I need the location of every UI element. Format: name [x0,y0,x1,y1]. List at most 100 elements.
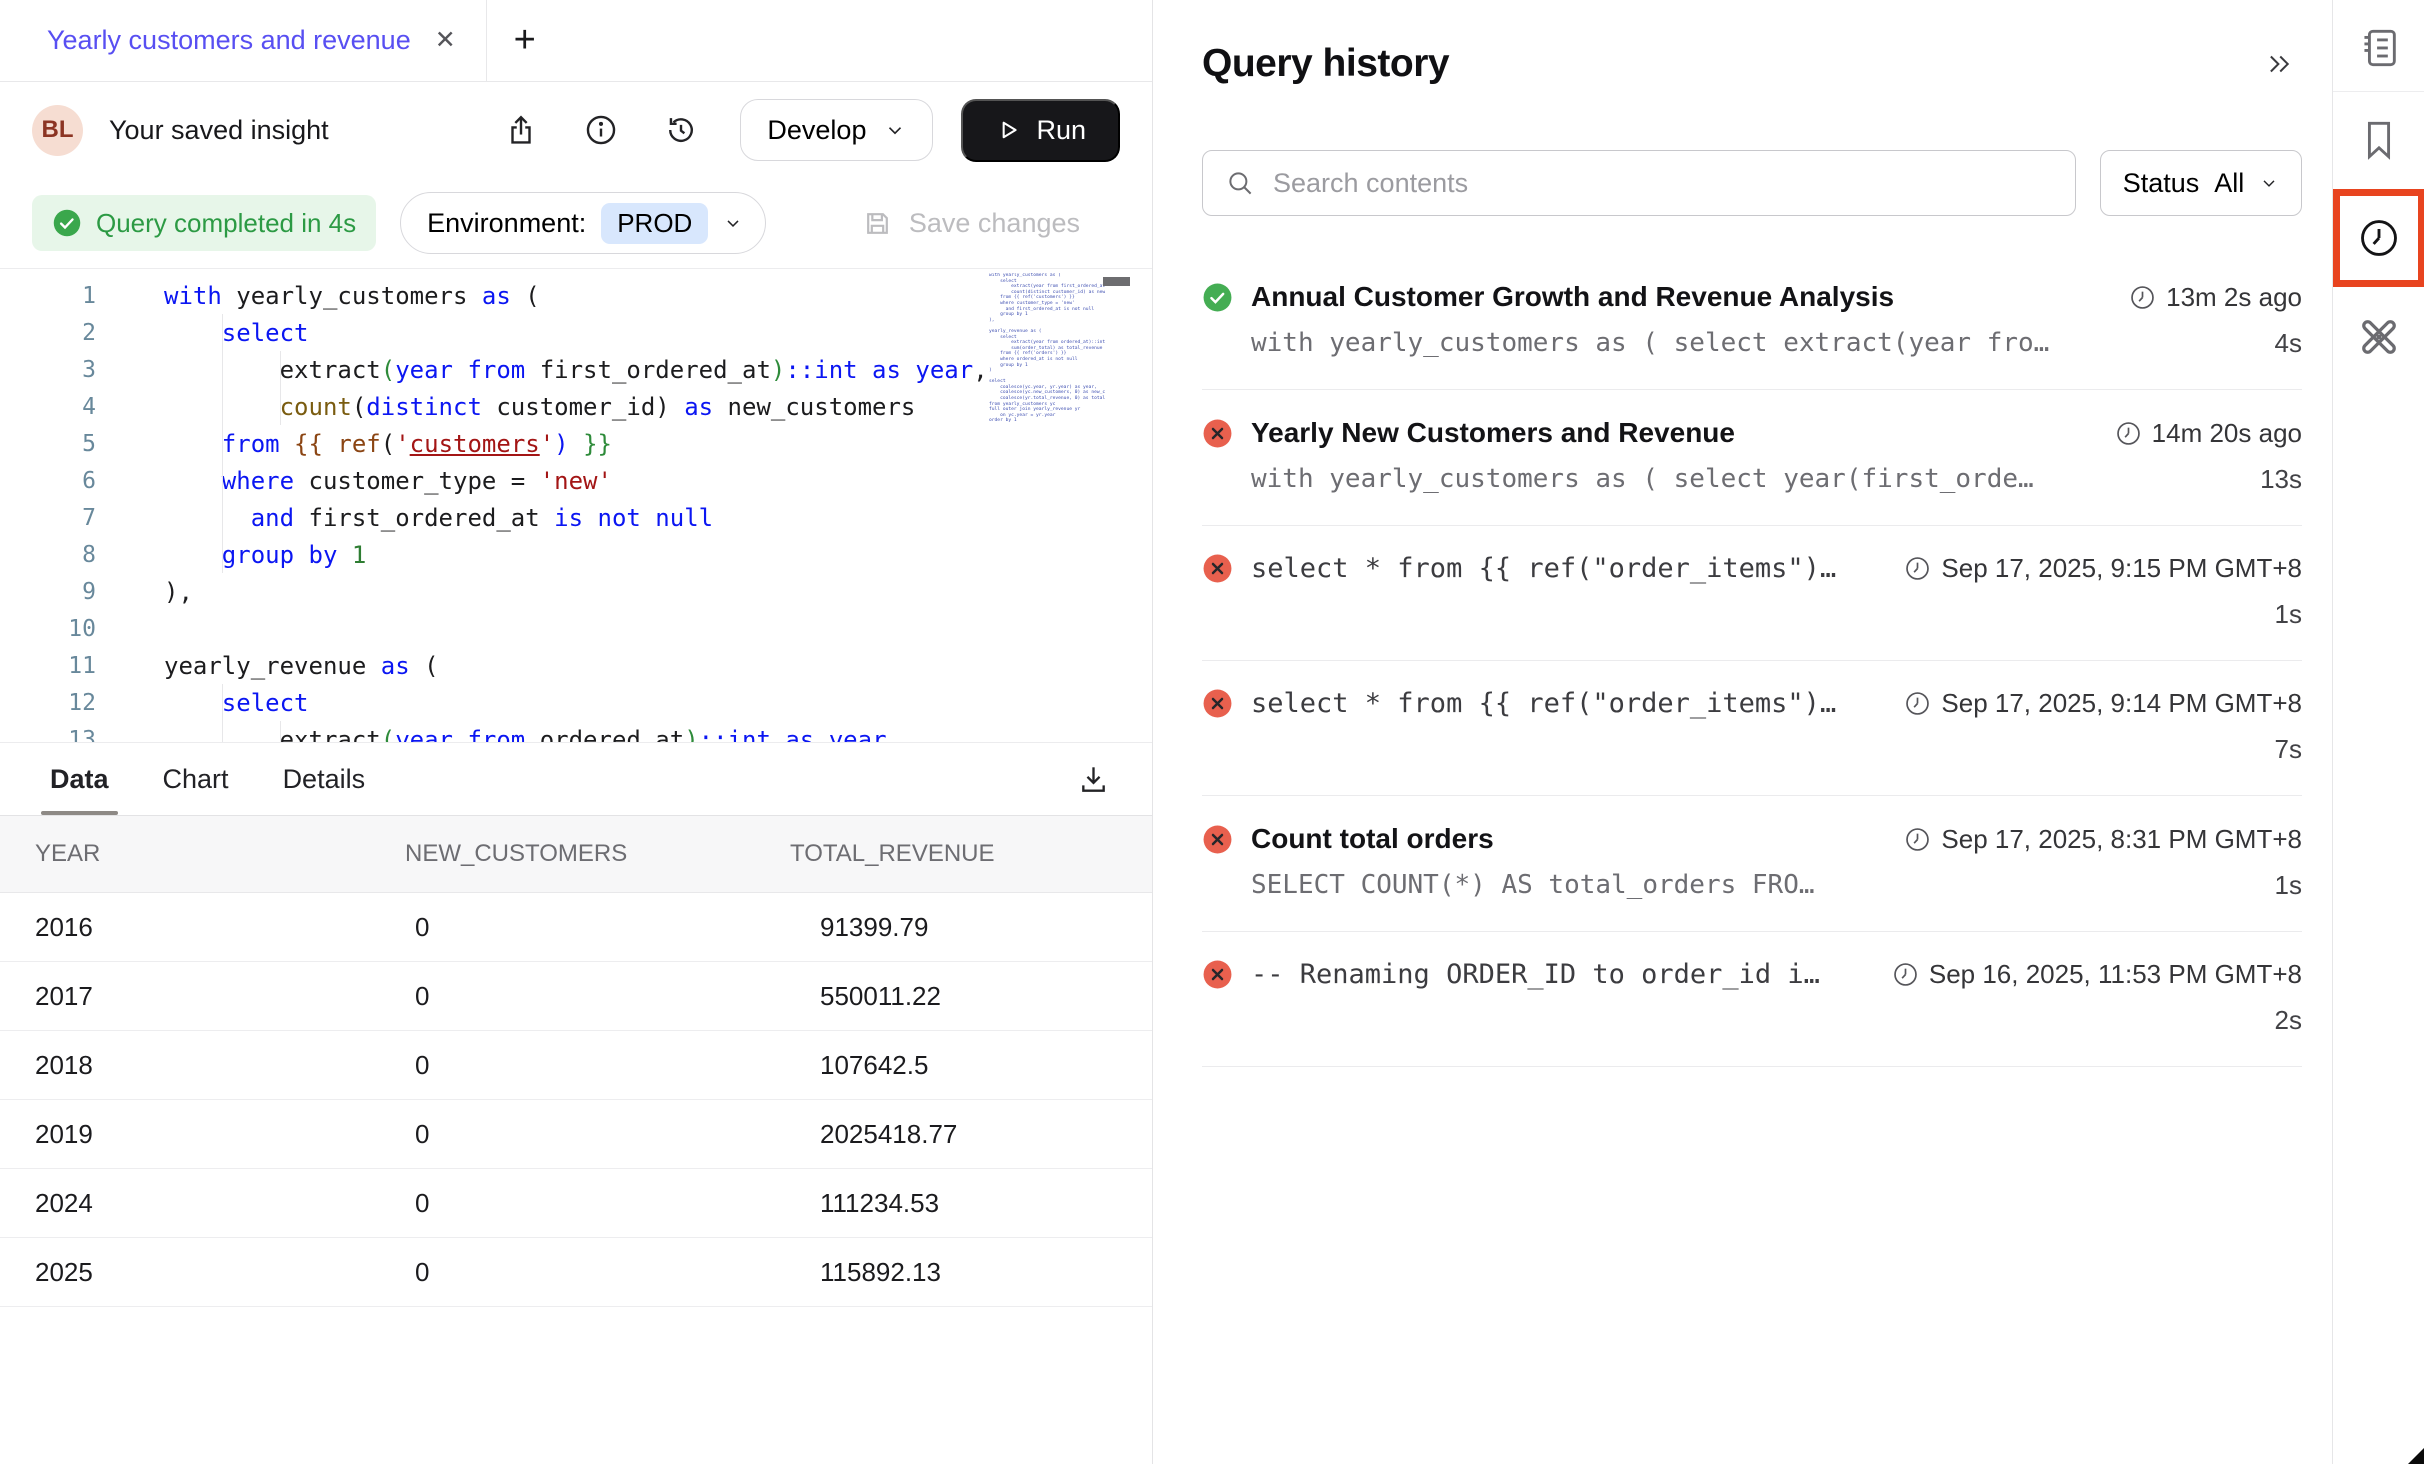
query-history-item[interactable]: Count total ordersSep 17, 2025, 8:31 PM … [1202,796,2302,932]
query-history-sidebar-button-highlighted[interactable] [2333,189,2424,287]
line-number: 9 [0,579,96,605]
editor-minimap[interactable]: with yearly_customers as ( select extrac… [989,273,1105,735]
code-text: ), [164,578,193,606]
run-label: Run [1036,115,1086,146]
sidebar-divider [2333,91,2424,92]
line-number: 10 [0,616,96,642]
code-text: with yearly_customers as ( [164,282,540,310]
close-tab-icon[interactable]: ✕ [435,28,456,53]
code-text: group by 1 [164,541,366,569]
query-timestamp: Sep 17, 2025, 8:31 PM GMT+8 [1904,824,2302,855]
query-history-item[interactable]: -- Renaming ORDER_ID to order_id i…Sep 1… [1202,932,2302,1067]
query-status-badge: Query completed in 4s [32,195,376,251]
query-snippet: with yearly_customers as ( select extrac… [1251,328,2275,358]
query-title: select * from {{ ref("order_items")… [1251,553,1886,584]
code-line: 5 from {{ ref('customers') }} [0,425,1152,462]
search-box[interactable] [1202,150,2076,216]
query-timestamp: Sep 17, 2025, 9:14 PM GMT+8 [1904,688,2302,719]
code-line: 1with yearly_customers as ( [0,277,1152,314]
code-text: select [164,689,309,717]
resize-corner-mark [2408,1448,2424,1464]
run-button[interactable]: Run [961,99,1120,162]
table-cell: 0 [370,1119,755,1150]
query-duration: 1s [2275,599,2302,630]
table-row[interactable]: 20180107642.5 [0,1031,1152,1100]
query-duration: 7s [2275,734,2302,765]
tab-details[interactable]: Details [283,743,366,815]
table-cell: 2019 [0,1119,370,1150]
info-icon[interactable] [584,113,618,147]
code-text: count(distinct customer_id) as new_custo… [164,393,915,421]
share-icon[interactable] [504,113,538,147]
timestamp-text: Sep 16, 2025, 11:53 PM GMT+8 [1929,959,2302,990]
search-input[interactable] [1273,168,2053,199]
new-tab-button[interactable]: + [514,19,536,62]
orchestration-icon[interactable] [2353,311,2405,363]
tab-data[interactable]: Data [50,743,109,815]
table-cell: 2025 [0,1257,370,1288]
code-line: 13 extract(year from ordered_at)::int as… [0,721,1152,742]
query-timestamp: Sep 16, 2025, 11:53 PM GMT+8 [1892,959,2302,990]
query-duration: 4s [2275,328,2302,359]
code-line: 8 group by 1 [0,536,1152,573]
line-number: 13 [0,727,96,743]
query-history-item[interactable]: Yearly New Customers and Revenue14m 20s … [1202,390,2302,526]
status-filter-dropdown[interactable]: Status All [2100,150,2302,216]
table-cell: 550011.22 [755,981,1152,1012]
code-line: 4 count(distinct customer_id) as new_cus… [0,388,1152,425]
timestamp-text: Sep 17, 2025, 9:14 PM GMT+8 [1941,688,2302,719]
environment-label: Environment: [427,208,586,239]
timestamp-text: 13m 2s ago [2166,282,2302,313]
query-history-item[interactable]: select * from {{ ref("order_items")… Sep … [1202,661,2302,796]
table-cell: 91399.79 [755,912,1152,943]
table-row[interactable]: 20250115892.13 [0,1238,1152,1307]
table-row[interactable]: 201902025418.77 [0,1100,1152,1169]
query-duration: 1s [2275,870,2302,901]
download-icon[interactable] [1077,763,1110,796]
line-number: 7 [0,505,96,531]
code-line: 12 select [0,684,1152,721]
code-line: 7 and first_ordered_at is not null [0,499,1152,536]
results-tab-bar: Data Chart Details [0,743,1152,815]
timestamp-text: Sep 17, 2025, 8:31 PM GMT+8 [1941,824,2302,855]
search-icon [1225,168,1255,198]
history-clock-icon [2356,215,2402,261]
table-cell: 115892.13 [755,1257,1152,1288]
avatar: BL [32,105,83,156]
query-history-filters: Status All [1202,150,2302,216]
panel-title: Query history [1202,42,1449,86]
save-changes-button[interactable]: Save changes [862,208,1080,239]
table-cell: 107642.5 [755,1050,1152,1081]
collapse-panel-icon[interactable] [2264,49,2294,79]
indent-guide [222,684,223,742]
line-number: 12 [0,690,96,716]
tab-title: Yearly customers and revenue [47,25,411,56]
column-header: YEAR [0,840,370,868]
sql-editor[interactable]: 1with yearly_customers as (2 select3 ext… [0,268,1152,742]
environment-selector[interactable]: Environment: PROD [400,192,766,254]
code-text: extract(year from ordered_at)::int as ye… [164,726,901,743]
notebook-icon[interactable] [2356,24,2402,70]
query-history-item[interactable]: Annual Customer Growth and Revenue Analy… [1202,254,2302,390]
bookmark-icon[interactable] [2356,116,2402,162]
table-row[interactable]: 20170550011.22 [0,962,1152,1031]
code-text: extract(year from first_ordered_at)::int… [164,356,988,384]
query-title: select * from {{ ref("order_items")… [1251,688,1886,719]
develop-dropdown[interactable]: Develop [740,99,933,161]
query-history-item[interactable]: select * from {{ ref("order_items")…Sep … [1202,526,2302,661]
table-row[interactable]: 20240111234.53 [0,1169,1152,1238]
error-icon [1202,959,1233,990]
table-cell: 0 [370,981,755,1012]
version-history-icon[interactable] [664,113,698,147]
editor-panel: Yearly customers and revenue ✕ + BL Your… [0,0,1153,1464]
save-icon [862,208,893,239]
table-row[interactable]: 2016091399.79 [0,893,1152,962]
tab-yearly-customers[interactable]: Yearly customers and revenue ✕ [0,0,487,81]
query-history-panel: Query history Status All Annual Customer… [1154,0,2332,1464]
tab-chart[interactable]: Chart [163,743,229,815]
success-icon [1202,282,1233,313]
query-title: Annual Customer Growth and Revenue Analy… [1251,281,2111,313]
indent-guide [222,314,223,573]
code-text: from {{ ref('customers') }} [164,430,612,458]
minimap-scrollbar-thumb[interactable] [1103,277,1130,286]
